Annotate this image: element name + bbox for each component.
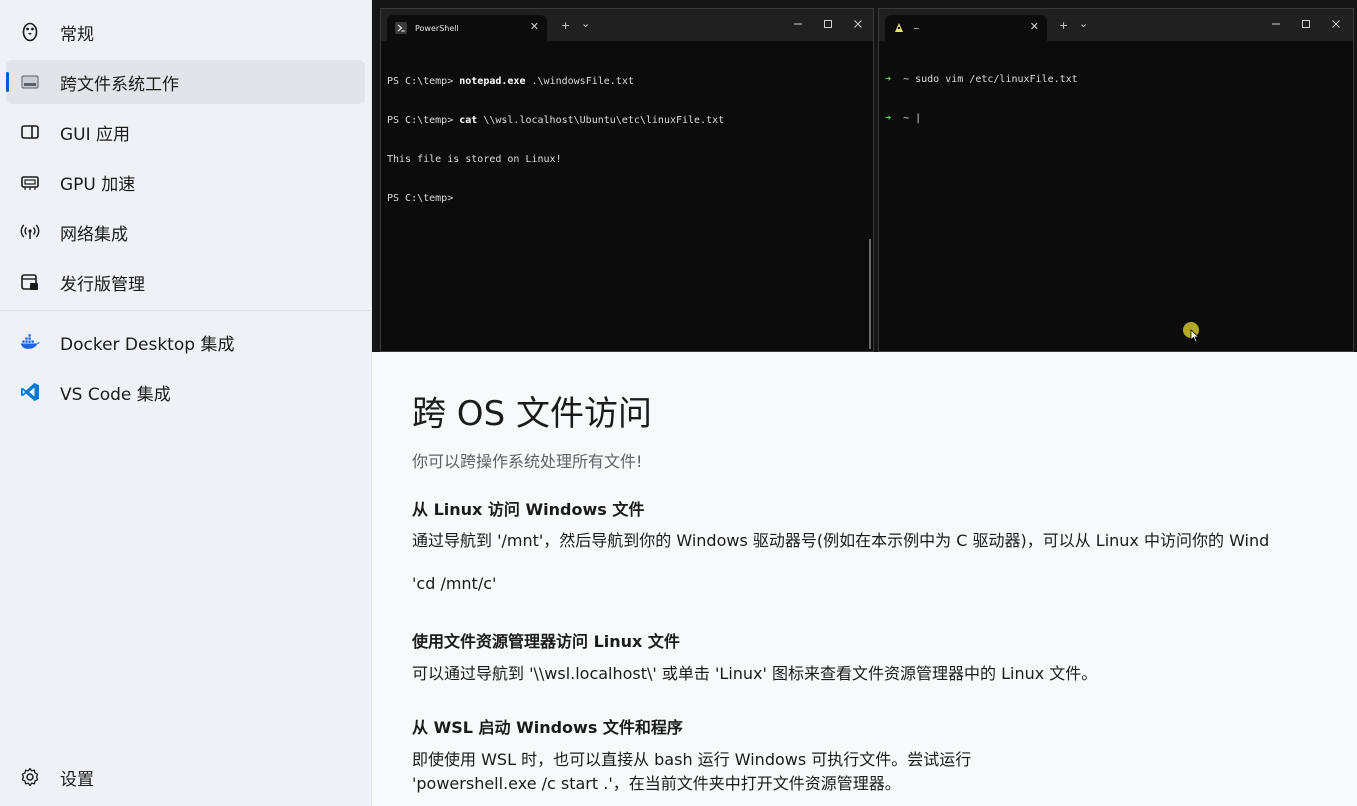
vscode-icon bbox=[20, 382, 40, 402]
docker-icon bbox=[20, 332, 40, 352]
terminal-output[interactable]: ➜ ~ sudo vim /etc/linuxFile.txt ➜ ~ | bbox=[885, 47, 1347, 151]
maximize-icon[interactable] bbox=[1299, 17, 1313, 31]
terminal-line: This file is stored on Linux! bbox=[387, 154, 562, 165]
nav-label: GPU 加速 bbox=[60, 174, 136, 195]
minimize-icon[interactable] bbox=[1269, 17, 1283, 31]
chevron-down-icon[interactable]: ⌄ bbox=[1079, 17, 1088, 30]
settings-label: 设置 bbox=[60, 769, 94, 790]
page-subtitle: 你可以跨操作系统处理所有文件! bbox=[412, 452, 643, 471]
powershell-icon bbox=[395, 22, 407, 34]
tab-title: ~ bbox=[913, 23, 920, 33]
scrollbar[interactable] bbox=[869, 239, 871, 349]
nav-item-gpu-acceleration[interactable]: GPU 加速 bbox=[6, 160, 365, 204]
nav-item-settings[interactable]: 设置 bbox=[6, 755, 365, 799]
terminal-line: PS C:\temp> bbox=[387, 193, 460, 204]
new-tab-button[interactable]: + bbox=[561, 19, 570, 32]
section-text: 'powershell.exe /c start .'，在当前文件夹中打开文件资… bbox=[412, 774, 901, 793]
tab-bar: PowerShell ✕ + ⌄ bbox=[381, 9, 873, 41]
section-title: 使用文件资源管理器访问 Linux 文件 bbox=[412, 632, 680, 651]
tab-ubuntu[interactable]: ~ ✕ bbox=[885, 15, 1047, 41]
terminal-line: ➜ ~ | bbox=[885, 113, 922, 124]
section-text: 即使使用 WSL 时，也可以直接从 bash 运行 Windows 可执行文件。… bbox=[412, 750, 972, 769]
main-content: PowerShell ✕ + ⌄ PS C:\temp> notepad.exe… bbox=[371, 0, 1357, 806]
wsl-terminal-window: ~ ✕ + ⌄ ➜ ~ sudo vim /etc/linuxFile.txt … bbox=[878, 8, 1354, 352]
nav-label: 发行版管理 bbox=[60, 274, 145, 295]
gear-icon bbox=[20, 767, 40, 787]
nav-item-docker-desktop[interactable]: Docker Desktop 集成 bbox=[6, 320, 365, 364]
powershell-window: PowerShell ✕ + ⌄ PS C:\temp> notepad.exe… bbox=[380, 8, 874, 352]
terminal-line: PS C:\temp> notepad.exe .\windowsFile.tx… bbox=[387, 76, 634, 87]
code-snippet: 'cd /mnt/c' bbox=[412, 574, 497, 593]
tab-powershell[interactable]: PowerShell ✕ bbox=[387, 15, 547, 41]
close-icon[interactable]: ✕ bbox=[530, 20, 539, 33]
nav-item-vscode[interactable]: VS Code 集成 bbox=[6, 370, 365, 414]
nav-label: 跨文件系统工作 bbox=[60, 74, 179, 95]
chevron-down-icon[interactable]: ⌄ bbox=[581, 17, 590, 30]
sidebar: 常规 跨文件系统工作 GUI 应用 GPU 加速 网络集成 发行版管理 Dock… bbox=[0, 0, 371, 806]
new-tab-button[interactable]: + bbox=[1059, 19, 1068, 32]
minimize-icon[interactable] bbox=[791, 17, 805, 31]
antenna-icon bbox=[20, 222, 40, 242]
terminal-output[interactable]: PS C:\temp> notepad.exe .\windowsFile.tx… bbox=[387, 49, 867, 231]
nav-item-cross-filesystem[interactable]: 跨文件系统工作 bbox=[6, 60, 365, 104]
nav-item-distro-management[interactable]: 发行版管理 bbox=[6, 260, 365, 304]
close-icon[interactable] bbox=[1329, 17, 1343, 31]
terminal-line: ➜ ~ sudo vim /etc/linuxFile.txt bbox=[885, 74, 1078, 85]
section-text: 可以通过导航到 '\\wsl.localhost\' 或单击 'Linux' 图… bbox=[412, 664, 1098, 683]
terminal-line: PS C:\temp> cat \\wsl.localhost\Ubuntu\e… bbox=[387, 115, 725, 126]
sidebar-divider bbox=[0, 310, 371, 311]
window-icon bbox=[20, 122, 40, 142]
mouse-pointer-icon bbox=[1190, 328, 1200, 347]
section-title: 从 WSL 启动 Windows 文件和程序 bbox=[412, 718, 683, 737]
selection-indicator bbox=[6, 72, 9, 92]
nav-label: 网络集成 bbox=[60, 224, 128, 245]
chip-icon bbox=[20, 172, 40, 192]
feature-screenshot: PowerShell ✕ + ⌄ PS C:\temp> notepad.exe… bbox=[372, 0, 1357, 352]
section-text: 通过导航到 '/mnt'，然后导航到你的 Windows 驱动器号(例如在本示例… bbox=[412, 531, 1270, 550]
nav-item-gui-apps[interactable]: GUI 应用 bbox=[6, 110, 365, 154]
nav-item-general[interactable]: 常规 bbox=[6, 10, 365, 54]
tab-title: PowerShell bbox=[415, 23, 459, 33]
nav-label: Docker Desktop 集成 bbox=[60, 334, 235, 355]
folder-drive-icon bbox=[20, 72, 40, 92]
section-title: 从 Linux 访问 Windows 文件 bbox=[412, 500, 645, 519]
nav-item-network[interactable]: 网络集成 bbox=[6, 210, 365, 254]
maximize-icon[interactable] bbox=[821, 17, 835, 31]
tab-bar: ~ ✕ + ⌄ bbox=[879, 9, 1353, 41]
close-icon[interactable]: ✕ bbox=[1030, 20, 1039, 33]
linux-icon bbox=[893, 22, 905, 34]
close-icon[interactable] bbox=[851, 17, 865, 31]
nav-label: 常规 bbox=[60, 24, 94, 45]
penguin-icon bbox=[20, 22, 40, 42]
distro-manage-icon bbox=[20, 272, 40, 292]
page-title: 跨 OS 文件访问 bbox=[412, 394, 652, 434]
nav-label: GUI 应用 bbox=[60, 124, 131, 145]
nav-label: VS Code 集成 bbox=[60, 384, 171, 405]
